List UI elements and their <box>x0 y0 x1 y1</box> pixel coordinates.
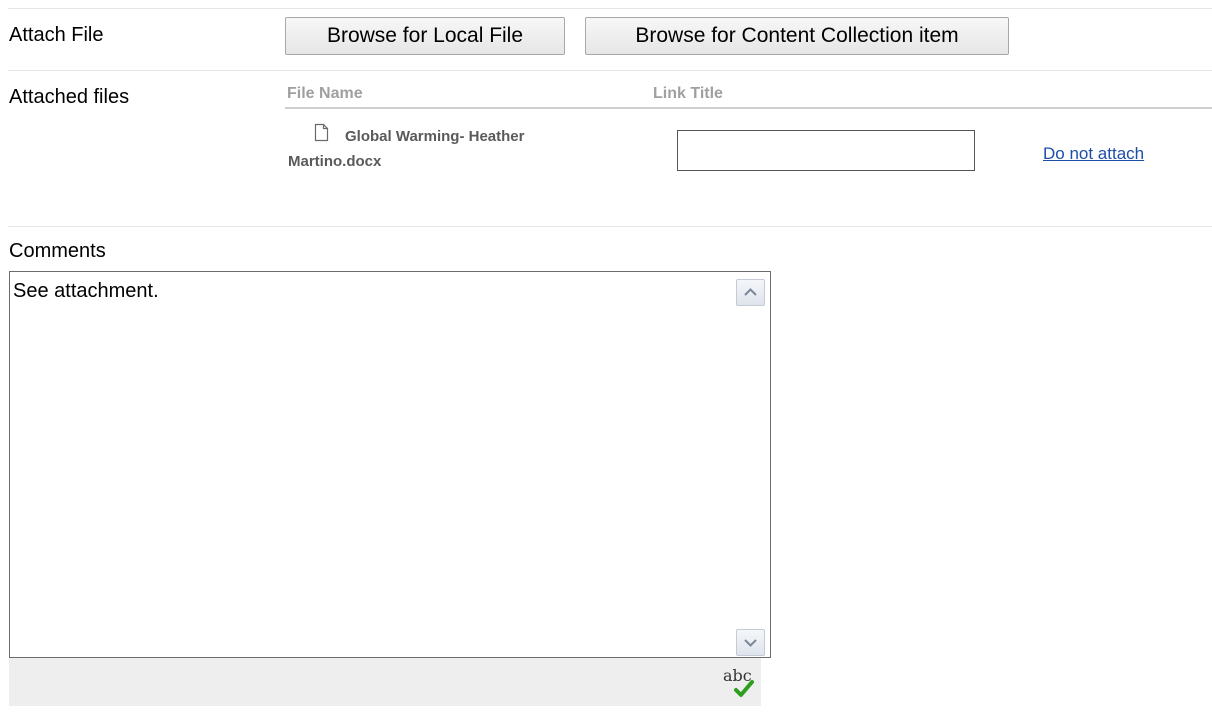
table-header-divider <box>285 107 1212 109</box>
do-not-attach-link[interactable]: Do not attach <box>1043 144 1144 164</box>
attached-files-label: Attached files <box>9 86 130 108</box>
editor-footer-bar <box>9 658 761 706</box>
divider <box>8 8 1212 9</box>
attached-file-name: Global Warming- Heather Martino.docx <box>288 128 525 170</box>
scroll-up-button[interactable] <box>736 279 765 306</box>
browse-content-collection-button[interactable]: Browse for Content Collection item <box>585 17 1009 55</box>
attach-file-label: Attach File <box>9 24 104 46</box>
scroll-down-button[interactable] <box>736 629 765 656</box>
spellcheck-icon[interactable]: abc <box>722 663 756 701</box>
comments-textarea[interactable]: See attachment. <box>9 271 771 658</box>
browse-local-file-button[interactable]: Browse for Local File <box>285 17 565 55</box>
spellcheck-text: abc <box>723 666 752 685</box>
link-title-input[interactable] <box>677 130 975 171</box>
comments-label: Comments <box>9 240 106 262</box>
chevron-down-icon <box>744 639 757 647</box>
divider <box>8 70 1212 71</box>
divider <box>8 226 1212 227</box>
assignment-submission-form: Attach File Browse for Local File Browse… <box>0 0 1212 727</box>
comments-scrollbar[interactable] <box>733 272 770 657</box>
comments-text: See attachment. <box>13 280 159 302</box>
chevron-up-icon <box>744 288 757 296</box>
column-header-file-name: File Name <box>287 85 363 102</box>
column-header-link-title: Link Title <box>653 85 723 102</box>
